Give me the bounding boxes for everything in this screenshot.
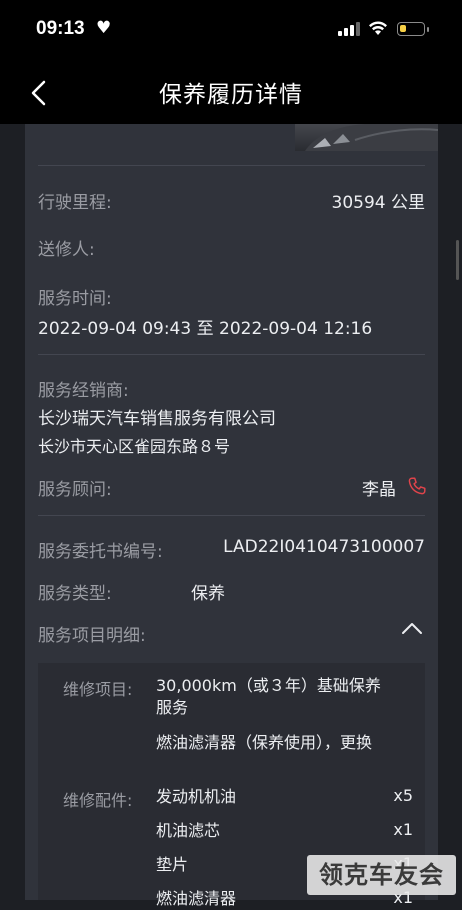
repair-item: 30,000km（或３年）基础保养 [156, 676, 381, 695]
part-name: 发动机机油 [156, 787, 237, 806]
service-time-label: 服务时间: [38, 289, 112, 309]
watermark: 领克车友会 [307, 855, 456, 895]
divider [38, 354, 425, 355]
battery-level [400, 25, 406, 32]
part-qty: x5 [393, 786, 413, 805]
repair-item: 燃油滤清器（保养使用），更换 [156, 733, 373, 752]
repair-label: 维修项目: [63, 680, 133, 699]
divider [38, 515, 425, 516]
part-qty: x1 [393, 820, 413, 839]
divider [38, 165, 425, 166]
car-image [295, 124, 438, 151]
dealer-label: 服务经销商: [38, 381, 129, 401]
order-label: 服务委托书编号: [38, 542, 163, 562]
status-time: 09:13 [36, 18, 85, 39]
part-name: 燃油滤清器 [156, 889, 237, 908]
page-title: 保养履历详情 [159, 82, 303, 108]
mileage-label: 行驶里程: [38, 193, 112, 213]
parts-label: 维修配件: [63, 791, 133, 810]
repair-item: 服务 [156, 698, 189, 717]
maintenance-record-card: 行驶里程: 30594 公里 送修人: 服务时间: 2022-09-04 09:… [25, 124, 438, 908]
wifi-icon [369, 21, 387, 35]
dealer-address: 长沙市天心区雀园东路８号 [38, 437, 231, 456]
phone-icon[interactable] [406, 475, 428, 497]
chevron-up-icon[interactable] [401, 621, 423, 635]
sender-label: 送修人: [38, 240, 95, 260]
service-time-value: 2022-09-04 09:43 至 2022-09-04 12:16 [38, 319, 373, 339]
advisor-name: 李晶 [362, 480, 396, 500]
mileage-value: 30594 公里 [331, 193, 425, 213]
dealer-name: 长沙瑞天汽车销售服务有限公司 [38, 409, 276, 429]
signal-icon [338, 22, 360, 36]
service-type-label: 服务类型: [38, 584, 112, 604]
order-value: LAD22I0410473100007 [223, 537, 425, 557]
part-name: 垫片 [156, 855, 189, 874]
scrollbar[interactable] [456, 240, 459, 280]
advisor-label: 服务顾问: [38, 480, 112, 500]
part-name: 机油滤芯 [156, 821, 221, 840]
battery-icon [397, 22, 429, 36]
nav-bar: 保养履历详情 [0, 62, 462, 124]
heart-icon: ♥ [96, 18, 112, 38]
items-label: 服务项目明细: [38, 626, 146, 646]
status-bar: 09:13 ♥ [0, 0, 462, 62]
service-type-value: 保养 [191, 584, 225, 604]
